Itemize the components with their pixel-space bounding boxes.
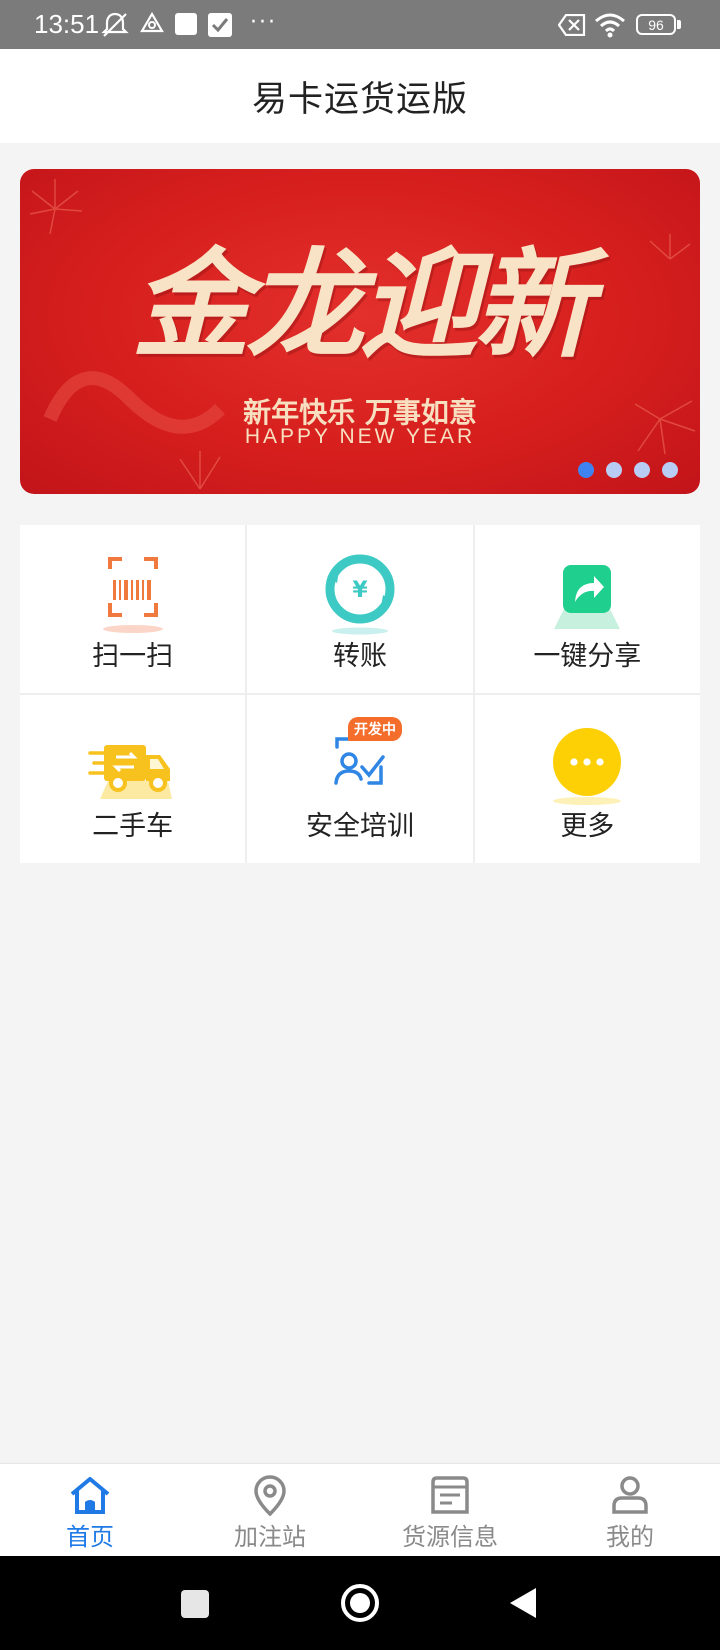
more-notifications-icon: ··· xyxy=(250,10,277,35)
location-pin-icon xyxy=(254,1475,286,1516)
nav-label: 加注站 xyxy=(234,1523,306,1551)
back-button[interactable] xyxy=(508,1586,538,1620)
share-icon xyxy=(554,565,621,629)
svg-text:¥: ¥ xyxy=(352,578,368,603)
sim-off-icon xyxy=(558,14,586,36)
scan-icon xyxy=(102,557,163,633)
menu-item-share[interactable]: 一键分享 xyxy=(474,525,700,693)
page-title: 易卡运货运版 xyxy=(251,79,468,120)
status-bar: 13:51 ··· 96 xyxy=(0,0,720,49)
carousel-dot[interactable] xyxy=(578,462,594,478)
notification-muted-icon xyxy=(101,12,129,37)
app-header: 易卡运货运版 xyxy=(0,49,720,143)
wifi-icon xyxy=(595,13,625,38)
document-icon xyxy=(431,1476,469,1514)
banner-headline: 金龙迎新 xyxy=(131,235,592,374)
menu-item-scan[interactable]: 扫一扫 xyxy=(20,525,246,693)
nav-item-gas-station[interactable]: 加注站 xyxy=(180,1464,360,1557)
menu-item-label: 一键分享 xyxy=(533,641,642,672)
bottom-nav: 首页 加注站 货源信息 我的 xyxy=(0,1463,720,1557)
banner-english-text: HAPPY NEW YEAR xyxy=(244,425,476,448)
menu-item-used-truck[interactable]: 二手车 xyxy=(20,695,246,863)
menu-item-more[interactable]: 更多 xyxy=(474,695,700,863)
battery-level: 96 xyxy=(648,16,664,33)
nav-label: 我的 xyxy=(606,1523,654,1551)
nav-item-cargo-info[interactable]: 货源信息 xyxy=(360,1464,540,1557)
menu-item-transfer[interactable]: ¥ 转账 xyxy=(247,525,473,693)
promo-banner[interactable]: 金龙迎新 新年快乐 万事如意 HAPPY NEW YEAR xyxy=(20,169,700,494)
battery-icon: 96 xyxy=(636,14,676,35)
menu-item-label: 安全培训 xyxy=(305,811,414,842)
menu-item-safety-training[interactable]: 开发中 安全培训 xyxy=(247,695,473,863)
nav-item-profile[interactable]: 我的 xyxy=(540,1464,720,1557)
more-icon xyxy=(553,728,622,805)
nav-label: 货源信息 xyxy=(402,1523,498,1551)
recent-apps-button[interactable] xyxy=(181,1590,209,1618)
home-icon xyxy=(70,1477,110,1514)
used-truck-icon xyxy=(87,745,172,799)
carousel-indicator xyxy=(578,462,678,478)
status-time: 13:51 xyxy=(34,9,100,39)
app-notification-icon xyxy=(175,13,197,35)
nav-label: 首页 xyxy=(66,1523,114,1551)
carousel-dot[interactable] xyxy=(634,462,650,478)
nav-item-home[interactable]: 首页 xyxy=(0,1464,180,1557)
menu-item-label: 转账 xyxy=(332,641,387,672)
task-done-icon xyxy=(208,13,232,37)
function-grid: 扫一扫 ¥ 转账 一键分享 二手车 开发中 安全培训 更多 xyxy=(20,525,700,863)
development-badge: 开发中 xyxy=(347,717,402,741)
system-nav-bar xyxy=(0,1556,720,1650)
carousel-dot[interactable] xyxy=(606,462,622,478)
menu-item-label: 二手车 xyxy=(92,811,174,842)
transfer-icon: ¥ xyxy=(325,554,395,635)
menu-item-label: 更多 xyxy=(560,811,615,842)
carousel-dot[interactable] xyxy=(662,462,678,478)
drive-icon xyxy=(140,11,164,33)
menu-item-label: 扫一扫 xyxy=(92,641,174,672)
home-button[interactable] xyxy=(340,1583,380,1623)
battery-tip xyxy=(677,20,681,29)
user-icon xyxy=(612,1476,648,1514)
